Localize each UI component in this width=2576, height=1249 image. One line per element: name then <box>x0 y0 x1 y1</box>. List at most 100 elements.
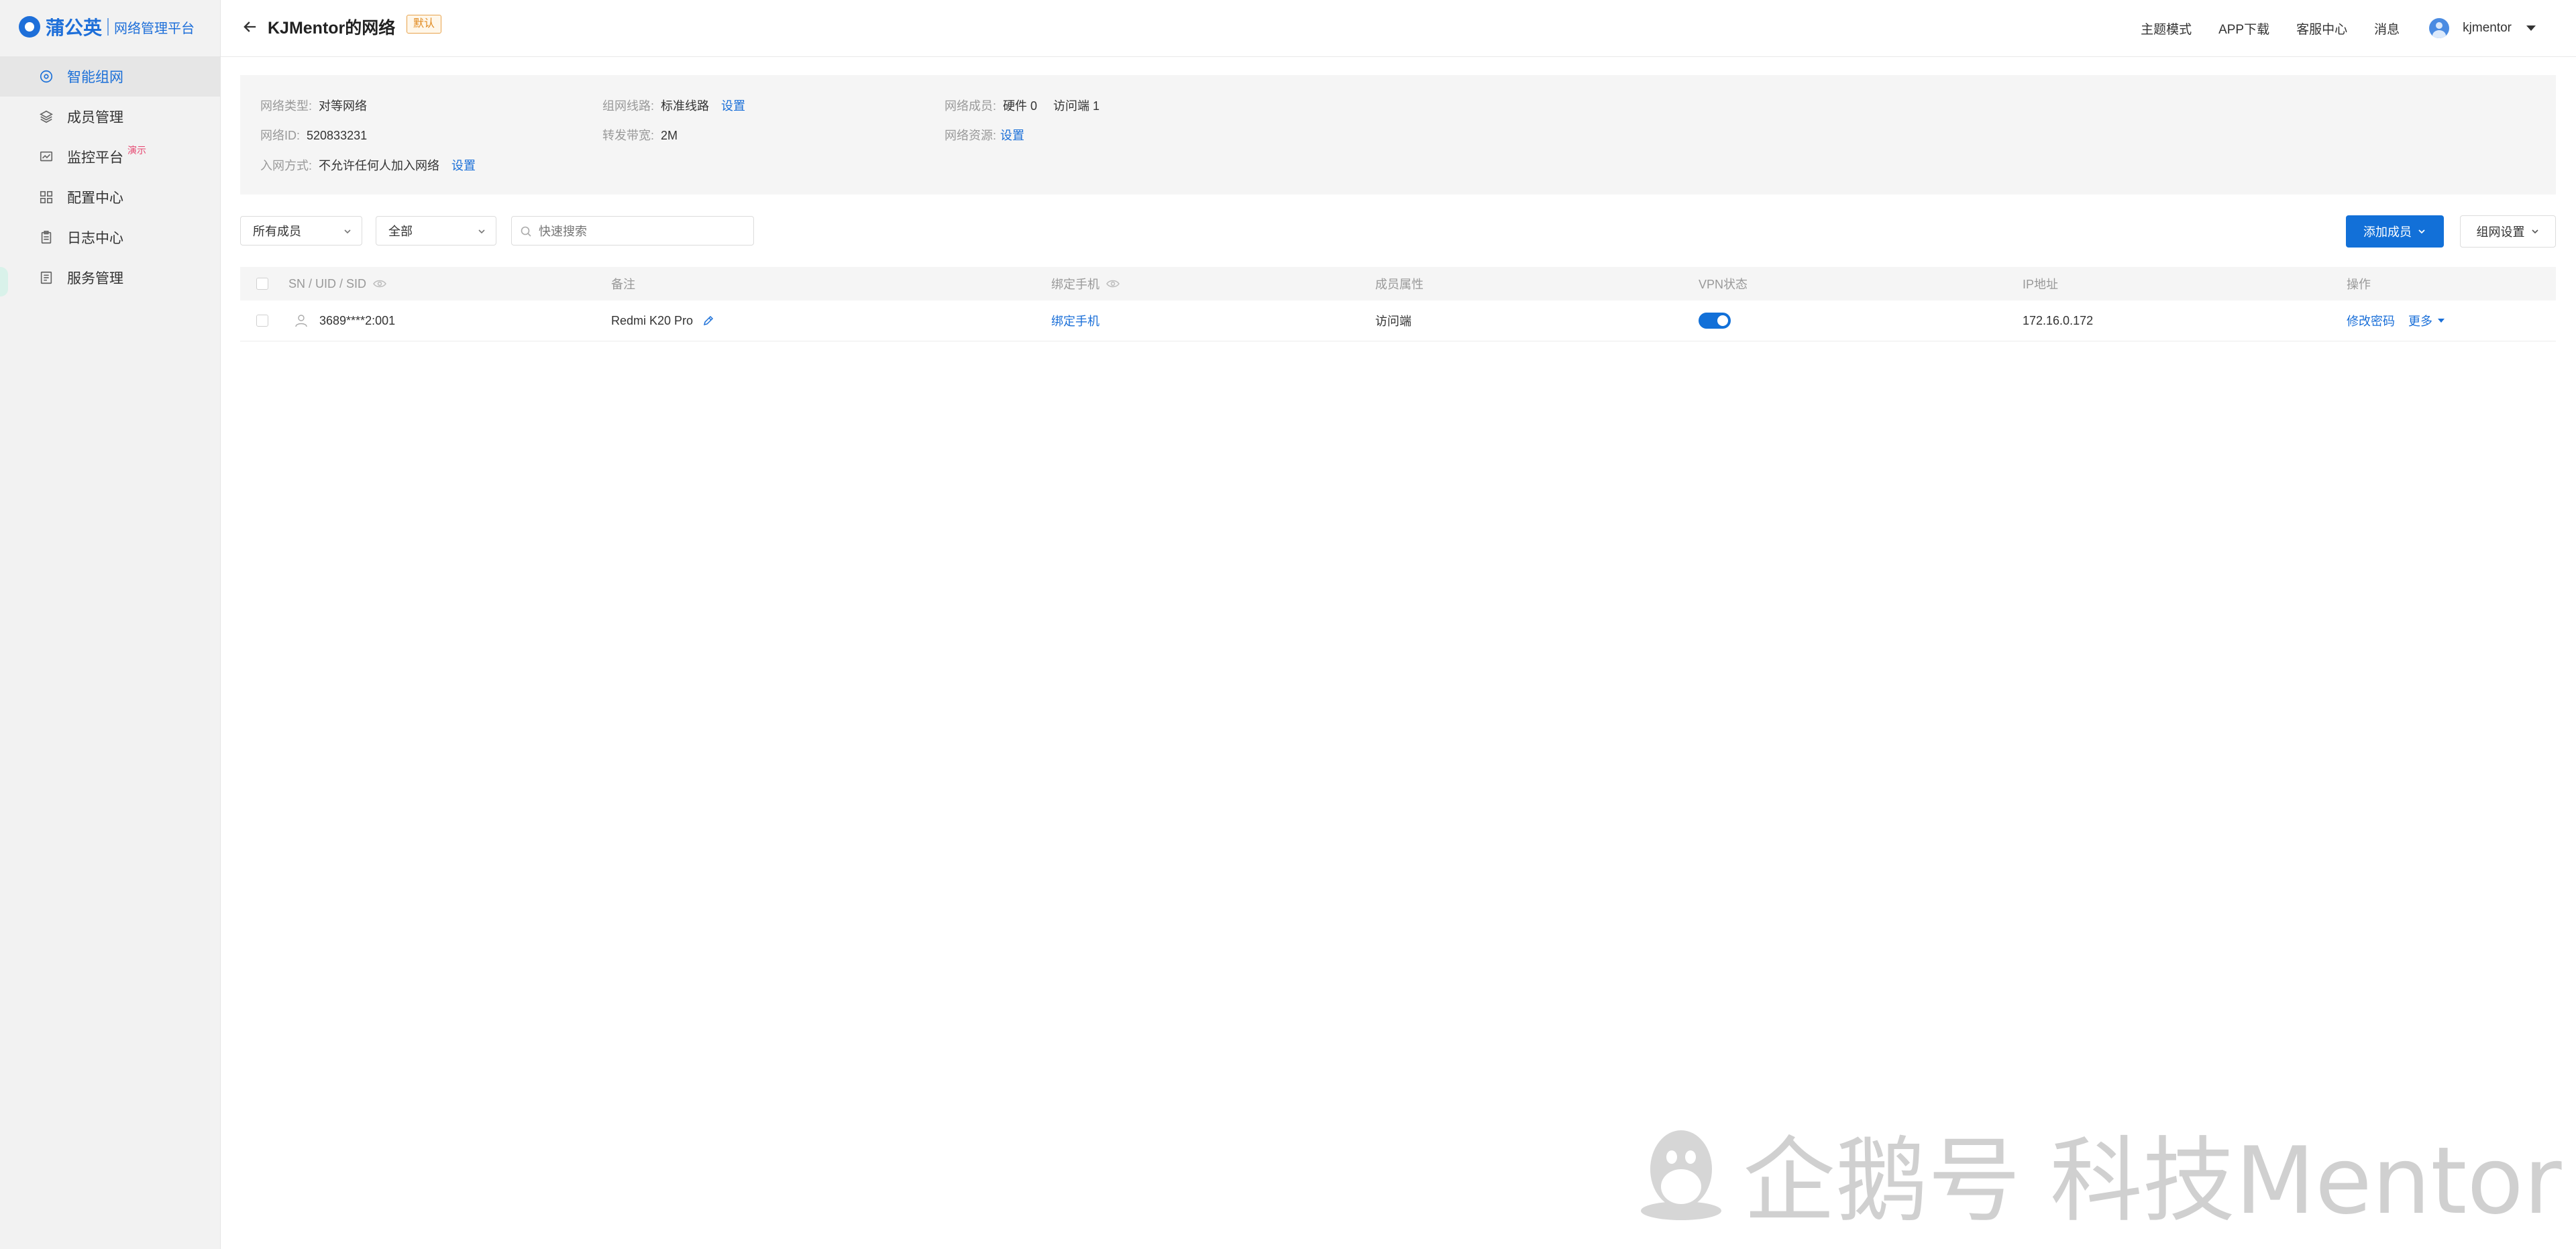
chevron-down-icon <box>478 229 485 234</box>
user-menu[interactable]: kjmentor <box>2429 18 2536 38</box>
header-label: 操作 <box>2347 278 2371 291</box>
members-table: SN / UID / SID 备注 绑定手机 成员属性 VPN状态 IP地址 操… <box>240 267 2556 341</box>
network-line-settings-link[interactable]: 设置 <box>721 99 745 113</box>
status-filter-select[interactable]: 全部 <box>376 216 496 246</box>
watermark: 企鹅号 科技Mentor <box>1637 1105 2562 1240</box>
header-ip: IP地址 <box>2023 267 2058 301</box>
chevron-down-icon <box>344 229 351 234</box>
floating-edge-tab[interactable] <box>0 267 8 296</box>
watermark-text: 企鹅号 科技Mentor <box>1743 1127 2562 1235</box>
chevron-down-icon <box>2531 229 2538 234</box>
header-vpn: VPN状态 <box>1699 267 1748 301</box>
info-value: 2M <box>661 129 678 142</box>
info-resources: 网络资源: 设置 <box>945 126 1024 144</box>
info-key: 入网方式: <box>260 159 313 172</box>
remark-cell: Redmi K20 Pro <box>611 301 714 341</box>
document-icon <box>40 271 52 284</box>
member-filter-select[interactable]: 所有成员 <box>240 216 362 246</box>
theme-mode-link[interactable]: 主题模式 <box>2141 19 2192 38</box>
resources-settings-link[interactable]: 设置 <box>1000 129 1024 142</box>
header-label: 成员属性 <box>1375 278 1424 291</box>
caret-down-icon <box>2438 319 2445 323</box>
more-actions-link[interactable]: 更多 <box>2408 312 2432 329</box>
info-key: 网络ID: <box>260 129 301 142</box>
sidebar-nav: 智能组网 成员管理 监控平台 演示 配置中心 日志中心 服务管理 <box>0 56 220 298</box>
search-box <box>511 216 754 246</box>
monitor-icon <box>40 151 53 162</box>
header-label: 绑定手机 <box>1051 278 1099 291</box>
remark-value: Redmi K20 Pro <box>611 313 694 327</box>
header-phone: 绑定手机 <box>1051 267 1120 301</box>
change-password-link[interactable]: 修改密码 <box>2347 312 2395 329</box>
table-row: 3689****2:001 Redmi K20 Pro 绑定手机 访问端 172… <box>240 301 2556 341</box>
sidebar-item-label: 监控平台 <box>67 150 123 166</box>
sidebar-item-config[interactable]: 配置中心 <box>0 177 220 217</box>
sidebar-item-monitor[interactable]: 监控平台 演示 <box>0 137 220 177</box>
network-info-panel: 网络类型: 对等网络 组网线路: 标准线路 设置 网络成员: 硬件 0 访问端 1 网络I… <box>240 75 2556 195</box>
select-value: 所有成员 <box>253 225 301 238</box>
user-name: kjmentor <box>2463 21 2512 35</box>
brand-logo[interactable]: 蒲公英 网络管理平台 <box>19 12 195 42</box>
penguin-logo-icon <box>1641 1130 1721 1220</box>
attribute-value: 访问端 <box>1375 315 1411 328</box>
caret-down-icon <box>2526 25 2536 31</box>
header-attribute: 成员属性 <box>1375 267 1424 301</box>
header-sn: SN / UID / SID <box>288 267 386 301</box>
chevron-down-icon <box>2418 229 2425 234</box>
dandelion-logo-icon <box>19 16 40 38</box>
search-input[interactable] <box>537 217 741 246</box>
ip-value: 172.16.0.172 <box>2023 313 2094 327</box>
back-arrow-icon[interactable] <box>241 17 260 36</box>
vpn-toggle[interactable] <box>1699 313 1731 329</box>
header-label: VPN状态 <box>1699 278 1748 291</box>
messages-link[interactable]: 消息 <box>2374 19 2400 38</box>
info-key: 网络资源: <box>945 129 997 142</box>
add-member-button[interactable]: 添加成员 <box>2346 215 2444 248</box>
default-tag: 默认 <box>407 15 442 34</box>
info-value: 硬件 0 <box>1003 99 1038 113</box>
sidebar-item-logs[interactable]: 日志中心 <box>0 217 220 258</box>
phone-cell: 绑定手机 <box>1051 301 1099 341</box>
eye-icon[interactable] <box>373 279 386 288</box>
info-network-type: 网络类型: 对等网络 <box>260 97 367 114</box>
sidebar-item-members[interactable]: 成员管理 <box>0 97 220 137</box>
button-label: 组网设置 <box>2476 225 2525 239</box>
logo-divider <box>107 18 109 36</box>
info-network-line: 组网线路: 标准线路 设置 <box>602 97 745 114</box>
search-icon <box>521 226 531 237</box>
sidebar-item-services[interactable]: 服务管理 <box>0 258 220 298</box>
button-label: 添加成员 <box>2363 225 2412 239</box>
select-all-checkbox[interactable] <box>256 278 268 290</box>
info-value: 访问端 1 <box>1053 99 1100 113</box>
header-select-all <box>256 267 268 301</box>
sidebar-item-smart-network[interactable]: 智能组网 <box>0 56 220 97</box>
bind-phone-link[interactable]: 绑定手机 <box>1051 312 1099 329</box>
info-key: 组网线路: <box>602 99 655 113</box>
info-value: 不允许任何人加入网络 <box>319 159 440 172</box>
customer-service-link[interactable]: 客服中心 <box>2296 19 2347 38</box>
info-value: 520833231 <box>307 129 368 142</box>
info-bandwidth: 转发带宽: 2M <box>602 126 678 144</box>
join-method-settings-link[interactable]: 设置 <box>451 159 476 172</box>
sidebar-item-label: 智能组网 <box>67 70 123 85</box>
table-header: SN / UID / SID 备注 绑定手机 成员属性 VPN状态 IP地址 操… <box>240 267 2556 301</box>
info-members: 网络成员: 硬件 0 访问端 1 <box>945 97 1099 114</box>
network-settings-button[interactable]: 组网设置 <box>2460 215 2556 248</box>
ip-cell: 172.16.0.172 <box>2023 301 2093 341</box>
action-cell: 修改密码 更多 <box>2347 301 2445 341</box>
sidebar: 蒲公英 网络管理平台 智能组网 成员管理 监控平台 演示 配置中心 日志中心 服… <box>0 0 221 1249</box>
top-links: 主题模式 APP下载 客服中心 消息 kjmentor <box>2114 0 2536 56</box>
user-icon <box>295 315 307 327</box>
info-key: 网络成员: <box>945 99 997 113</box>
header-label: 备注 <box>611 278 635 291</box>
eye-icon[interactable] <box>1106 279 1120 288</box>
app-download-link[interactable]: APP下载 <box>2218 19 2269 38</box>
top-bar: KJMentor的网络 默认 主题模式 APP下载 客服中心 消息 kjment… <box>221 0 2576 57</box>
sidebar-item-label: 成员管理 <box>67 110 123 125</box>
brand-name: 蒲公英 <box>46 17 103 38</box>
edit-pencil-icon[interactable] <box>702 315 714 327</box>
info-value: 对等网络 <box>319 99 368 113</box>
network-icon <box>40 70 53 83</box>
info-network-id: 网络ID: 520833231 <box>260 126 367 144</box>
row-checkbox[interactable] <box>256 315 268 327</box>
